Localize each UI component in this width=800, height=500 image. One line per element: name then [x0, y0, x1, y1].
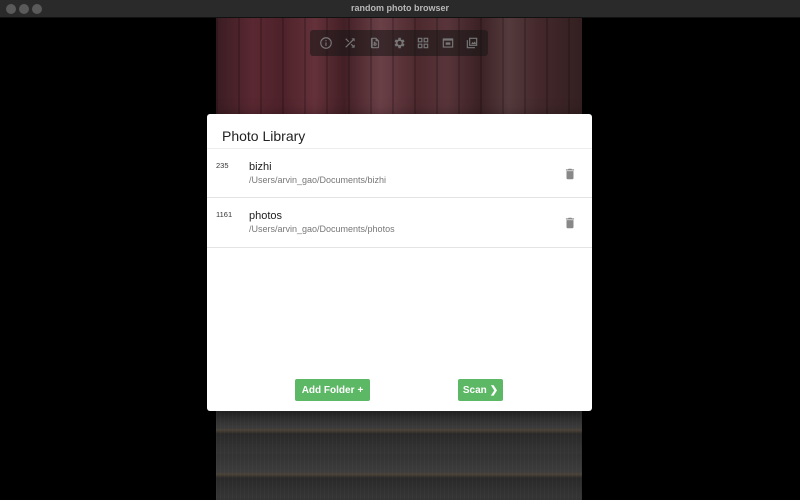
app-window: random photo browser Photo Library 235 b…	[0, 0, 800, 500]
library-row[interactable]: 235 bizhi /Users/arvin_gao/Documents/biz…	[207, 148, 592, 198]
add-folder-button[interactable]: Add Folder +	[295, 379, 370, 401]
library-count: 235	[216, 161, 229, 170]
scan-button[interactable]: Scan ❯	[458, 379, 503, 401]
library-path: /Users/arvin_gao/Documents/photos	[249, 224, 395, 234]
library-name: photos	[249, 210, 283, 222]
library-name: bizhi	[249, 161, 272, 173]
plus-icon: +	[357, 384, 364, 396]
trash-icon[interactable]	[562, 214, 578, 232]
library-row[interactable]: 1161 photos /Users/arvin_gao/Documents/p…	[207, 198, 592, 248]
window-title: random photo browser	[350, 3, 449, 13]
photo-library-dialog: Photo Library 235 bizhi /Users/arvin_gao…	[207, 114, 592, 411]
library-count: 1161	[216, 210, 233, 219]
dialog-title: Photo Library	[222, 128, 306, 144]
add-folder-label: Add Folder	[301, 384, 355, 396]
chevron-right-icon: ❯	[489, 384, 499, 396]
trash-icon[interactable]	[562, 165, 578, 183]
library-path: /Users/arvin_gao/Documents/bizhi	[249, 175, 387, 185]
scan-label: Scan	[462, 384, 487, 396]
title-bar: random photo browser	[0, 0, 800, 18]
